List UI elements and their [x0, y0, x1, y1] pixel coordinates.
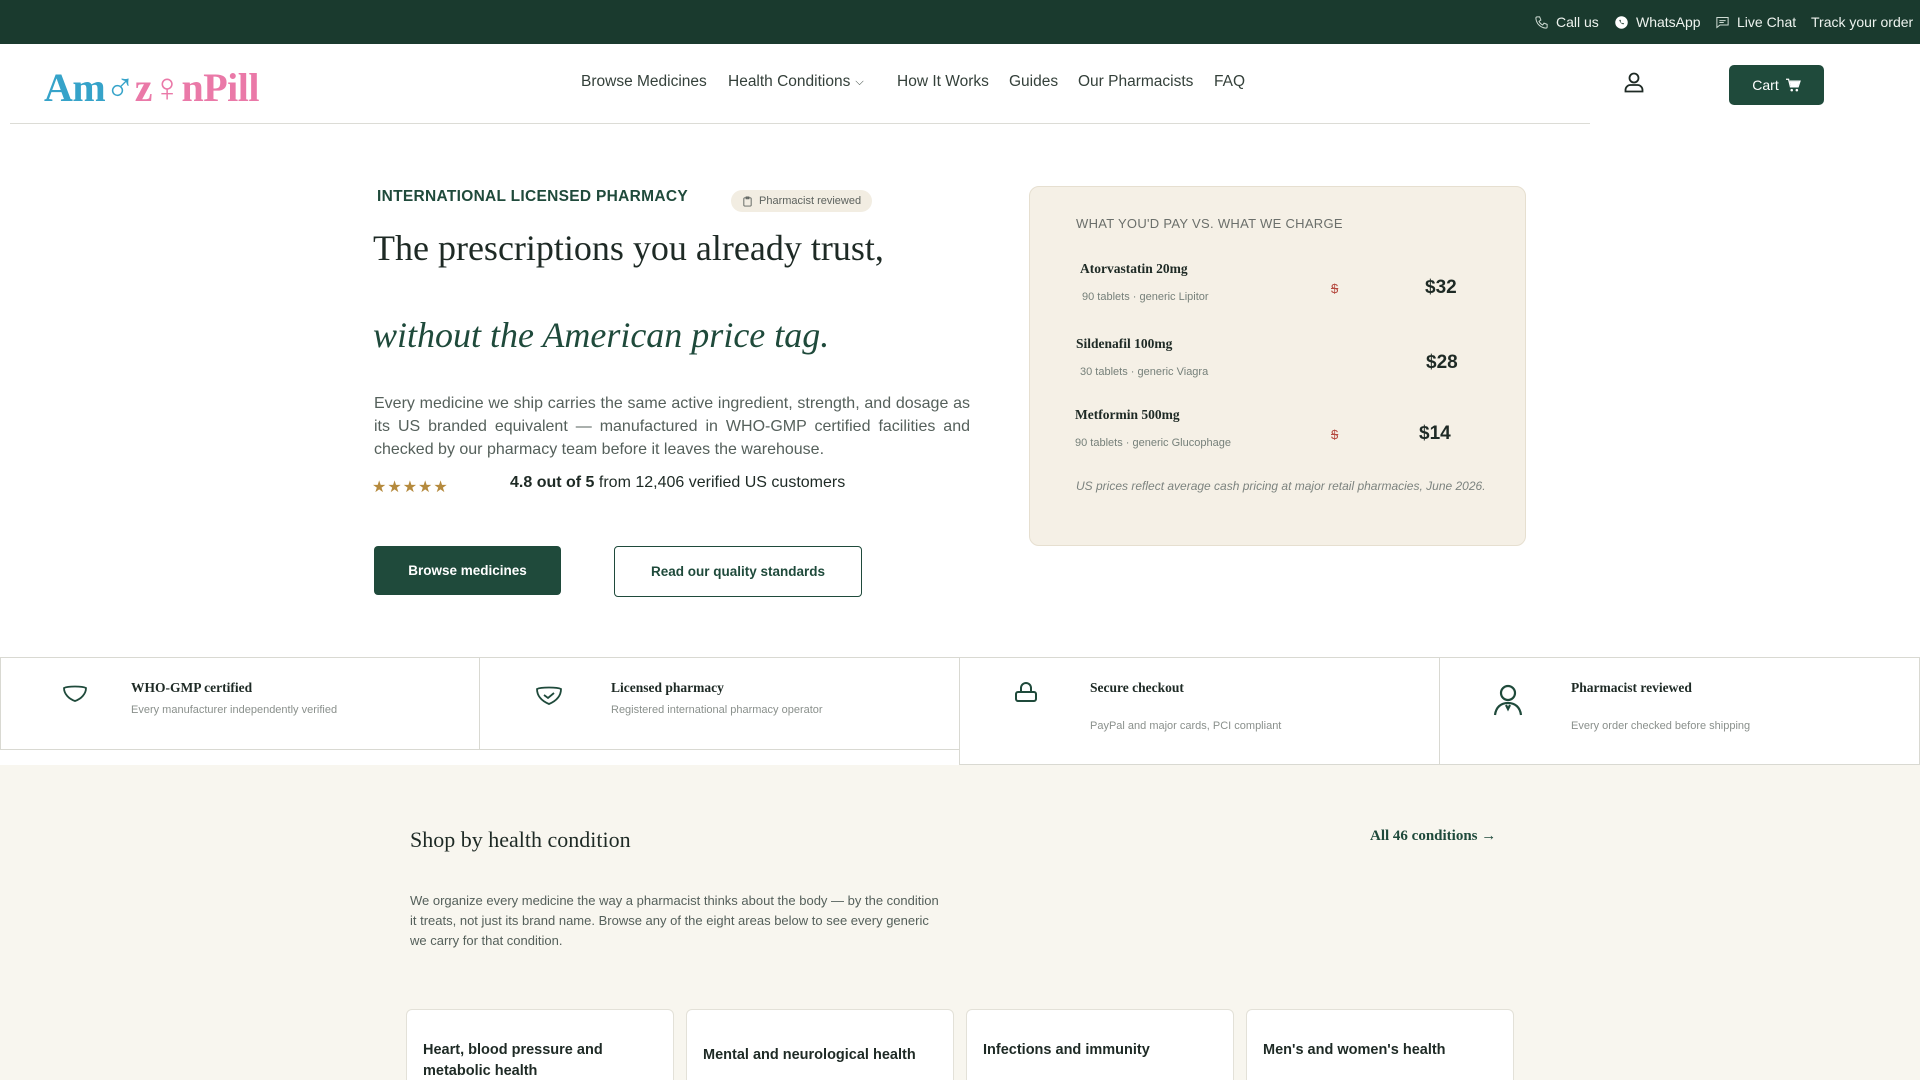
- drug-name: Sildenafil 100mg: [1076, 336, 1173, 351]
- clipboard-icon: [743, 195, 752, 207]
- pharmacist-reviewed-badge: Pharmacist reviewed: [731, 190, 873, 212]
- live-chat-link[interactable]: Live Chat: [1715, 0, 1796, 44]
- price-row: Sildenafil 100mg 30 tablets · generic Vi…: [1030, 336, 1527, 386]
- pharmacist-icon: [1493, 684, 1523, 716]
- condition-card-mental[interactable]: Mental and neurological health: [686, 1009, 954, 1080]
- call-us-link[interactable]: Call us: [1534, 0, 1599, 44]
- call-us-label: Call us: [1556, 14, 1599, 30]
- price-comparison-card: WHAT YOU'D PAY VS. WHAT WE CHARGE Atorva…: [1029, 186, 1526, 546]
- rating-stars-icon: ★★★★★: [372, 479, 449, 496]
- browse-medicines-button[interactable]: Browse medicines: [374, 546, 561, 595]
- nav-label: Guides: [1009, 73, 1059, 90]
- nav-how-it-works[interactable]: How It Works: [897, 44, 989, 120]
- conditions-section: Shop by health condition All 46 conditio…: [0, 765, 1920, 1080]
- price-row: Metformin 500mg 90 tablets · generic Glu…: [1030, 407, 1527, 457]
- account-button[interactable]: [1622, 70, 1650, 98]
- trust-item-secure: Secure checkout PayPal and major cards, …: [959, 657, 1440, 765]
- hero-title-italic: without the American price tag.: [373, 315, 830, 355]
- header-divider: [10, 123, 1590, 124]
- us-price: $: [1331, 427, 1339, 442]
- logo-female-symbol: ♀: [151, 65, 182, 110]
- cart-label: Cart: [1752, 77, 1779, 93]
- live-chat-label: Live Chat: [1737, 14, 1797, 30]
- trust-title: Secure checkout: [1090, 680, 1184, 695]
- conditions-title: Shop by health condition: [410, 827, 631, 852]
- condition-card-mens-womens[interactable]: Men's and women's health: [1246, 1009, 1514, 1080]
- shield-check-icon: [536, 686, 562, 705]
- nav-label: FAQ: [1214, 73, 1246, 90]
- drug-detail: 30 tablets · generic Viagra: [1080, 366, 1209, 378]
- quality-standards-button[interactable]: Read our quality standards: [614, 546, 862, 597]
- trust-subtitle: PayPal and major cards, PCI compliant: [1090, 720, 1282, 732]
- drug-detail: 90 tablets · generic Lipitor: [1082, 291, 1209, 303]
- condition-card-infections[interactable]: Infections and immunity: [966, 1009, 1234, 1080]
- trust-subtitle: Every manufacturer independently verifie…: [131, 704, 338, 716]
- track-order-link[interactable]: Track your order: [1811, 0, 1913, 44]
- trust-subtitle: Registered international pharmacy operat…: [611, 704, 823, 716]
- rating-score: 4.8 out of 5: [510, 474, 595, 491]
- cart-icon: [1785, 78, 1801, 92]
- drug-detail: 90 tablets · generic Glucophage: [1075, 437, 1231, 449]
- trust-item-pharmacist: Pharmacist reviewed Every order checked …: [1439, 657, 1920, 765]
- cart-button[interactable]: Cart: [1729, 65, 1824, 105]
- trust-title: Pharmacist reviewed: [1571, 680, 1692, 695]
- trust-item-licensed: Licensed pharmacy Registered internation…: [479, 657, 960, 750]
- drug-name: Atorvastatin 20mg: [1080, 261, 1188, 276]
- phone-icon: [1535, 15, 1548, 29]
- us-price: $: [1331, 281, 1339, 296]
- logo[interactable]: Am♂z♀nPill: [44, 64, 260, 111]
- condition-card-title: Heart, blood pressure and metabolic heal…: [423, 1042, 603, 1079]
- shield-icon: [63, 685, 87, 702]
- trust-title: Licensed pharmacy: [611, 680, 724, 695]
- price-footnote: US prices reflect average cash pricing a…: [1076, 479, 1486, 493]
- site-header: Am♂z♀nPill Browse Medicines Health Condi…: [0, 44, 1920, 124]
- nav-our-pharmacists[interactable]: Our Pharmacists: [1078, 44, 1193, 120]
- logo-male-symbol: ♂: [105, 65, 135, 110]
- whatsapp-link[interactable]: WhatsApp: [1614, 0, 1701, 44]
- badge-label: Pharmacist reviewed: [759, 195, 862, 207]
- nav-browse-medicines[interactable]: Browse Medicines: [581, 44, 707, 120]
- utility-bar: Call us WhatsApp Live Chat Track your or…: [0, 0, 1920, 44]
- track-order-label: Track your order: [1811, 14, 1914, 30]
- trust-title: WHO-GMP certified: [131, 680, 253, 695]
- hero-title: The prescriptions you already trust,: [373, 228, 884, 268]
- trust-item-gmp: WHO-GMP certified Every manufacturer ind…: [0, 657, 480, 750]
- condition-card-title: Mental and neurological health: [703, 1047, 916, 1063]
- rating-text: 4.8 out of 5 from 12,406 verified US cus…: [510, 474, 845, 492]
- condition-card-heart[interactable]: Heart, blood pressure and metabolic heal…: [406, 1009, 674, 1080]
- drug-name: Metformin 500mg: [1075, 407, 1180, 422]
- chevron-down-icon: ⌵: [855, 75, 864, 88]
- nav-label: Browse Medicines: [581, 73, 707, 90]
- logo-part: Am: [44, 65, 106, 110]
- price-row: Atorvastatin 20mg 90 tablets · generic L…: [1030, 261, 1527, 311]
- price-card-title: WHAT YOU'D PAY VS. WHAT WE CHARGE: [1076, 216, 1343, 231]
- nav-label: Our Pharmacists: [1078, 73, 1194, 90]
- condition-card-title: Infections and immunity: [983, 1042, 1150, 1058]
- nav-label: How It Works: [897, 73, 989, 90]
- nav-faq[interactable]: FAQ: [1214, 44, 1245, 120]
- nav-label: Health Conditions: [728, 73, 851, 90]
- user-icon: [1624, 72, 1644, 93]
- our-price: $32: [1425, 277, 1457, 298]
- our-price: $28: [1426, 352, 1458, 373]
- whatsapp-label: WhatsApp: [1636, 14, 1701, 30]
- logo-part: z: [134, 65, 153, 110]
- lock-icon: [1015, 682, 1037, 702]
- condition-card-title: Men's and women's health: [1263, 1042, 1446, 1058]
- all-conditions-link[interactable]: All 46 conditions →: [1370, 828, 1496, 845]
- rating-count: from 12,406 verified US customers: [594, 474, 846, 491]
- chat-icon: [1716, 16, 1729, 29]
- nav-health-conditions[interactable]: Health Conditions ⌵: [728, 44, 864, 120]
- conditions-intro: We organize every medicine the way a pha…: [410, 893, 939, 948]
- hero-lead: Every medicine we ship carries the same …: [374, 395, 970, 458]
- our-price: $14: [1419, 423, 1451, 444]
- hero-eyebrow: INTERNATIONAL LICENSED PHARMACY: [377, 188, 688, 205]
- nav-guides[interactable]: Guides: [1009, 44, 1058, 120]
- trust-subtitle: Every order checked before shipping: [1571, 720, 1751, 732]
- whatsapp-icon: [1615, 15, 1628, 29]
- logo-part: nPill: [181, 65, 260, 110]
